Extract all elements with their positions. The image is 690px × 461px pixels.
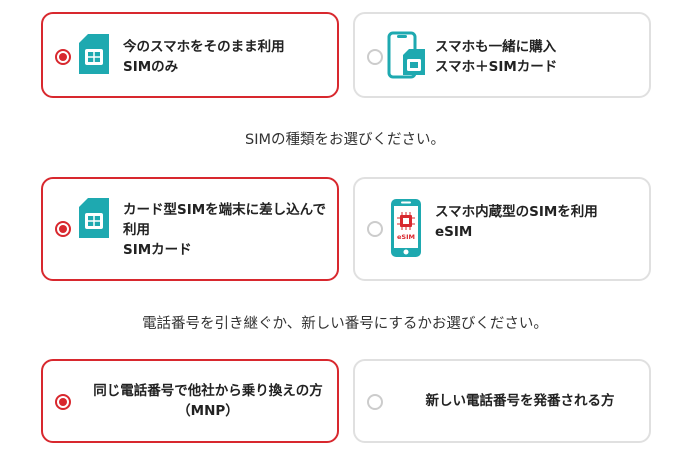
- sim-card-icon: [79, 198, 109, 238]
- option-esim[interactable]: eSIM スマホ内蔵型のSIMを利用 eSIM: [353, 177, 651, 281]
- sim-type-caption: SIMの種類をお選びください。: [245, 132, 445, 148]
- option-text: スマホ内蔵型のSIMを利用 eSIM: [435, 204, 598, 240]
- option-text: カード型SIMを端末に差し込んで 利用 SIMカード: [123, 202, 327, 258]
- esim-chip-label: eSIM: [397, 233, 415, 241]
- option-new-number[interactable]: 新しい電話番号を発番される方: [353, 359, 651, 443]
- radio-unselected[interactable]: [367, 221, 383, 237]
- radio-selected[interactable]: [55, 221, 71, 237]
- option-text: 新しい電話番号を発番される方: [425, 393, 615, 409]
- esim-phone-icon: eSIM: [391, 199, 421, 257]
- option-buy-phone-with-sim[interactable]: スマホも一緒に購入 スマホ＋SIMカード: [353, 12, 651, 98]
- option-sim-card[interactable]: カード型SIMを端末に差し込んで 利用 SIMカード: [41, 177, 339, 281]
- sim-card-icon: [79, 34, 109, 74]
- phone-with-sim-icon: [387, 31, 427, 79]
- radio-unselected[interactable]: [367, 394, 383, 410]
- option-text: 同じ電話番号で他社から乗り換えの方 （MNP）: [93, 383, 323, 419]
- option-mnp[interactable]: 同じ電話番号で他社から乗り換えの方 （MNP）: [41, 359, 339, 443]
- phone-number-caption: 電話番号を引き継ぐか、新しい番号にするかお選びください。: [142, 316, 548, 332]
- radio-selected[interactable]: [55, 49, 71, 65]
- radio-selected[interactable]: [55, 394, 71, 410]
- radio-unselected[interactable]: [367, 49, 383, 65]
- option-text: スマホも一緒に購入 スマホ＋SIMカード: [435, 39, 558, 75]
- option-text: 今のスマホをそのまま利用 SIMのみ: [123, 39, 285, 75]
- option-keep-phone-sim-only[interactable]: 今のスマホをそのまま利用 SIMのみ: [41, 12, 339, 98]
